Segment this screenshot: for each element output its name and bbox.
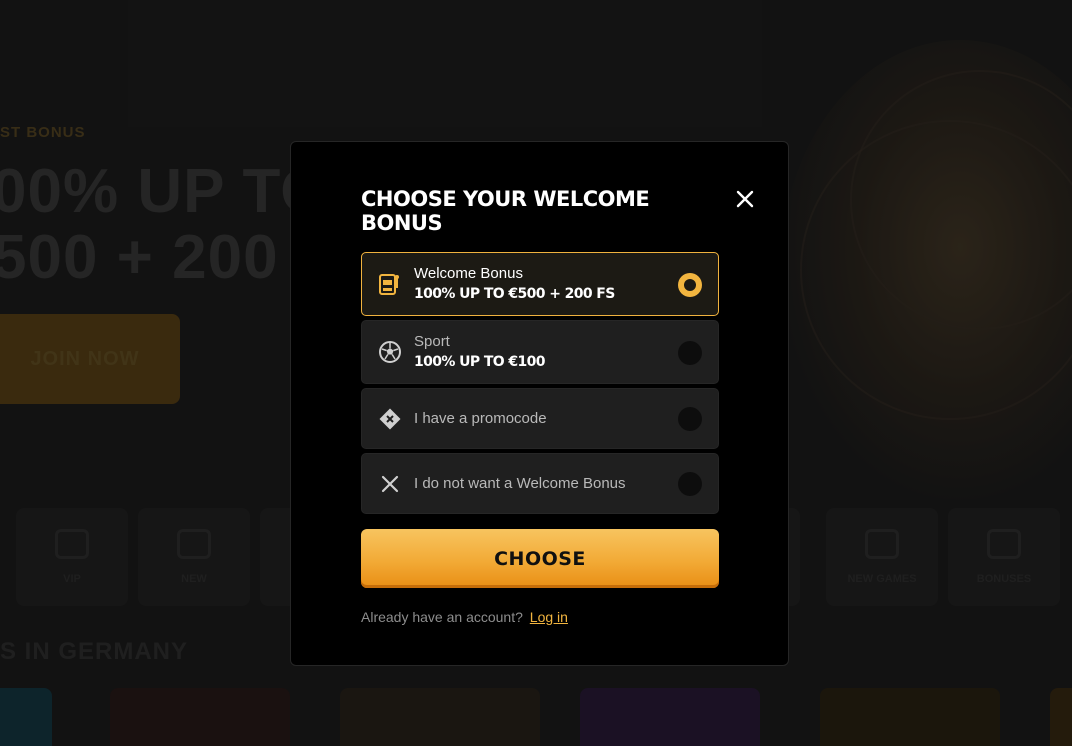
soccer-ball-icon [378,340,402,364]
login-link[interactable]: Log in [530,609,568,625]
option-name: Welcome Bonus [414,265,523,282]
option-promocode[interactable]: I have a promocode [361,388,719,449]
option-value: 100% UP TO €100 [414,354,546,370]
slot-machine-icon [378,272,402,296]
bonus-options: Welcome Bonus 100% UP TO €500 + 200 FS S… [361,252,719,518]
close-icon [736,190,754,208]
option-sport[interactable]: Sport 100% UP TO €100 [361,320,719,384]
radio-unselected[interactable] [678,472,702,496]
modal-title: CHOOSE YOUR WELCOME BONUS [361,187,650,235]
choose-button[interactable]: CHOOSE [361,529,719,588]
footer-text: Already have an account? [361,609,523,625]
radio-selected[interactable] [678,273,702,297]
radio-unselected[interactable] [678,341,702,365]
option-name: I have a promocode [414,410,547,427]
option-no-bonus[interactable]: I do not want a Welcome Bonus [361,453,719,514]
radio-unselected[interactable] [678,407,702,431]
option-name: I do not want a Welcome Bonus [414,475,626,492]
option-welcome-bonus[interactable]: Welcome Bonus 100% UP TO €500 + 200 FS [361,252,719,316]
option-value: 100% UP TO €500 + 200 FS [414,286,615,302]
option-name: Sport [414,333,450,350]
welcome-bonus-modal: CHOOSE YOUR WELCOME BONUS Welcome Bonus … [290,141,789,666]
login-prompt: Already have an account? Log in [361,609,568,625]
close-button[interactable] [733,187,757,211]
ticket-icon [378,407,402,431]
x-icon [378,472,402,496]
